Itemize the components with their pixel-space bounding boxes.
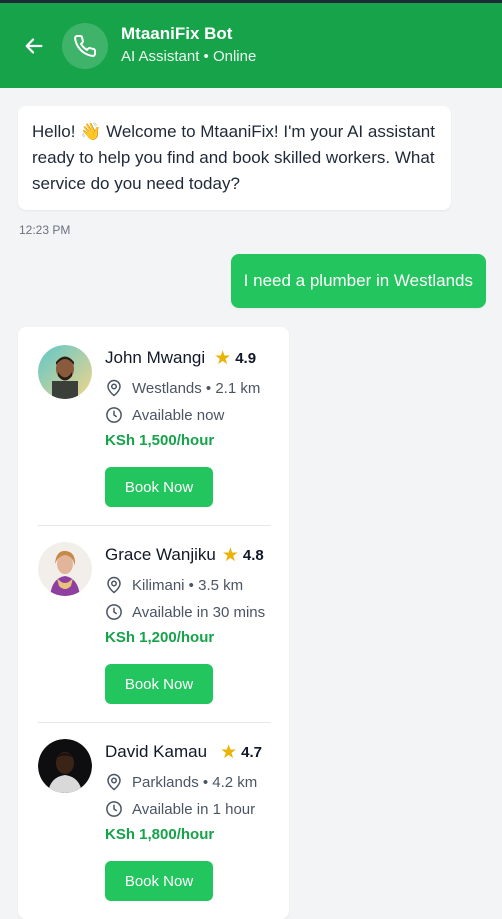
book-now-button[interactable]: Book Now — [105, 861, 213, 901]
book-now-button[interactable]: Book Now — [105, 664, 213, 704]
chat-area: Hello! 👋 Welcome to MtaaniFix! I'm your … — [0, 88, 502, 919]
bot-status: AI Assistant • Online — [121, 48, 257, 65]
user-message-row: I need a plumber in Westlands — [18, 254, 486, 308]
phone-icon — [74, 34, 97, 57]
map-pin-icon — [105, 379, 123, 397]
location-text: Westlands • 2.1 km — [132, 379, 261, 397]
clock-icon — [105, 406, 123, 424]
back-button[interactable] — [16, 28, 52, 64]
worker-rating: ★ 4.8 — [222, 546, 264, 565]
worker-name-row: Grace Wanjiku ★ 4.8 — [105, 542, 271, 568]
clock-icon — [105, 800, 123, 818]
worker-photo — [38, 739, 92, 793]
star-icon: ★ — [214, 347, 232, 369]
user-message: I need a plumber in Westlands — [230, 254, 486, 308]
worker-location: Parklands • 4.2 km — [105, 772, 271, 792]
worker-rating: ★ 4.7 — [220, 743, 262, 762]
location-text: Parklands • 4.2 km — [132, 773, 258, 791]
worker-rate: KSh 1,200/hour — [105, 629, 215, 646]
availability-text: Available in 30 mins — [132, 603, 266, 621]
worker-name: David Kamau — [105, 742, 208, 761]
worker-availability: Available in 30 mins — [105, 602, 271, 622]
availability-text: Available in 1 hour — [132, 800, 256, 818]
clock-icon — [105, 603, 123, 621]
rating-value: 4.9 — [235, 349, 257, 367]
worker-item: Grace Wanjiku ★ 4.8 Kilimani • 3.5 km Av… — [38, 542, 271, 723]
worker-info: Grace Wanjiku ★ 4.8 Kilimani • 3.5 km Av… — [105, 542, 271, 704]
arrow-left-icon — [25, 37, 43, 54]
worker-photo — [38, 345, 92, 399]
message-timestamp: 12:23 PM — [19, 223, 71, 237]
bot-name: MtaaniFix Bot — [121, 24, 233, 43]
worker-rating: ★ 4.9 — [214, 349, 256, 368]
chat-header: MtaaniFix Bot AI Assistant • Online — [0, 3, 502, 88]
star-icon: ★ — [221, 544, 239, 566]
worker-rate: KSh 1,500/hour — [105, 432, 215, 449]
worker-item: John Mwangi ★ 4.9 Westlands • 2.1 km Ava… — [38, 345, 271, 526]
workers-card: John Mwangi ★ 4.9 Westlands • 2.1 km Ava… — [18, 327, 289, 919]
bot-avatar — [62, 22, 108, 69]
rating-value: 4.7 — [241, 743, 262, 761]
worker-item: David Kamau ★ 4.7 Parklands • 4.2 km Ava… — [38, 739, 271, 919]
worker-name: Grace Wanjiku — [105, 545, 216, 564]
worker-availability: Available in 1 hour — [105, 799, 271, 819]
book-now-button[interactable]: Book Now — [105, 467, 213, 507]
worker-photo — [38, 542, 92, 596]
star-icon: ★ — [220, 741, 238, 763]
rating-value: 4.8 — [242, 546, 264, 564]
map-pin-icon — [105, 576, 123, 594]
location-text: Kilimani • 3.5 km — [132, 576, 244, 594]
worker-info: David Kamau ★ 4.7 Parklands • 4.2 km Ava… — [105, 739, 271, 901]
worker-name-row: John Mwangi ★ 4.9 — [105, 345, 271, 371]
worker-location: Westlands • 2.1 km — [105, 378, 271, 398]
map-pin-icon — [105, 773, 123, 791]
header-text: MtaaniFix Bot AI Assistant • Online — [121, 23, 256, 68]
worker-location: Kilimani • 3.5 km — [105, 575, 271, 595]
availability-text: Available now — [132, 406, 225, 424]
worker-info: John Mwangi ★ 4.9 Westlands • 2.1 km Ava… — [105, 345, 271, 507]
worker-availability: Available now — [105, 405, 271, 425]
worker-rate: KSh 1,800/hour — [105, 826, 215, 843]
bot-message: Hello! 👋 Welcome to MtaaniFix! I'm your … — [18, 106, 451, 210]
worker-name-row: David Kamau ★ 4.7 — [105, 739, 271, 765]
worker-name: John Mwangi — [105, 348, 206, 367]
